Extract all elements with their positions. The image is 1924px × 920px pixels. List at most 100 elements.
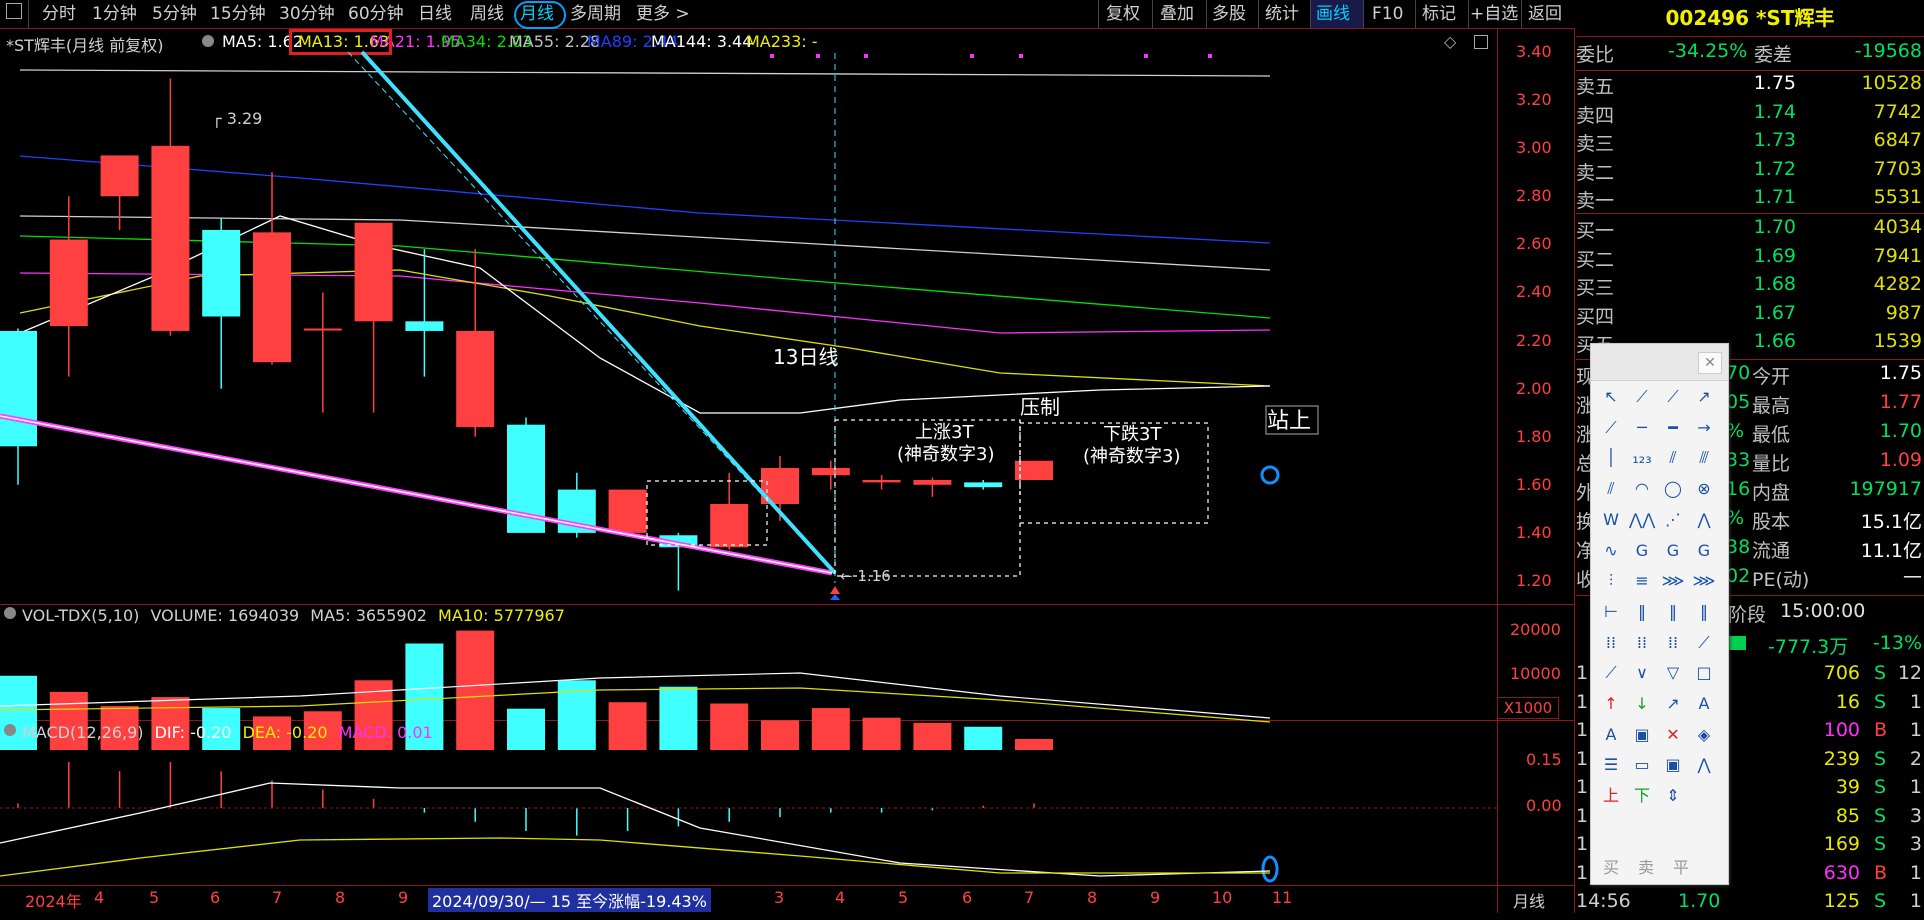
segment-icon[interactable]: ⟋ xyxy=(1629,384,1655,410)
draw-line-button[interactable]: 画线 xyxy=(1316,3,1350,25)
fan-icon[interactable]: ⟋ xyxy=(1691,630,1717,656)
bars3-icon[interactable]: ⁞⁞ xyxy=(1660,630,1686,656)
period-icon[interactable]: ‖ xyxy=(1629,599,1655,625)
zigzag-icon[interactable]: ⋀⋀ xyxy=(1629,507,1655,533)
down-mark-icon[interactable]: 下 xyxy=(1629,783,1655,809)
period-15min[interactable]: 15分钟 xyxy=(210,3,266,25)
text-icon[interactable]: A xyxy=(1691,691,1717,717)
triangle-icon[interactable]: ▽ xyxy=(1660,660,1686,686)
candle-up xyxy=(49,239,88,327)
bars2-icon[interactable]: ⁞⁞ xyxy=(1629,630,1655,656)
book-volume: 987 xyxy=(1885,301,1922,324)
palette-buy[interactable]: 买 xyxy=(1603,854,1619,878)
up-arrow-icon[interactable]: ↑ xyxy=(1598,691,1624,717)
up-mark-icon[interactable]: 上 xyxy=(1598,783,1624,809)
ga-icon[interactable]: G xyxy=(1660,538,1686,564)
gann-icon[interactable]: G xyxy=(1629,538,1655,564)
bid-row[interactable]: 买四 1.67 987 xyxy=(1576,302,1924,332)
price-mark-icon[interactable]: ₁₂₃ xyxy=(1629,445,1655,471)
period-60min[interactable]: 60分钟 xyxy=(348,3,404,25)
vline-icon[interactable]: │ xyxy=(1598,445,1624,471)
ask-row[interactable]: 卖三 1.73 6847 xyxy=(1576,129,1924,159)
volume-bar xyxy=(964,726,1003,750)
period-month[interactable]: 月线 xyxy=(520,3,554,25)
rect-channel-icon[interactable]: ⫽ xyxy=(1598,476,1624,502)
shade-icon[interactable]: ▣ xyxy=(1629,722,1655,748)
kline-chart[interactable]: ┌ 3.29← 1.1613日线压制上涨3T(神奇数字3)下跌3T(神奇数字3)… xyxy=(0,28,1497,885)
square-icon[interactable]: □ xyxy=(1691,660,1717,686)
period3-icon[interactable]: ‖ xyxy=(1691,599,1717,625)
wedge-icon[interactable]: ⋀ xyxy=(1691,752,1717,778)
f10-button[interactable]: F10 xyxy=(1372,3,1403,25)
parallel-icon[interactable]: ⫽ xyxy=(1660,445,1686,471)
bars-icon[interactable]: ⁞⁞ xyxy=(1598,630,1624,656)
fan2-icon[interactable]: ⟋ xyxy=(1598,660,1624,686)
time-zone-icon[interactable]: ⊢ xyxy=(1598,599,1624,625)
updown-mark-icon[interactable]: ⇕ xyxy=(1660,783,1686,809)
down-arrow-icon[interactable]: ↓ xyxy=(1629,691,1655,717)
curve-icon[interactable]: ∿ xyxy=(1598,538,1624,564)
palette-sell[interactable]: 卖 xyxy=(1638,854,1654,878)
stats-button[interactable]: 统计 xyxy=(1265,3,1299,25)
multi-stock-button[interactable]: 多股 xyxy=(1212,3,1246,25)
fuquan-button[interactable]: 复权 xyxy=(1106,3,1140,25)
mark-button[interactable]: 标记 xyxy=(1422,3,1456,25)
bid-row[interactable]: 买三 1.68 4282 xyxy=(1576,273,1924,303)
delete-icon[interactable]: ✕ xyxy=(1660,722,1686,748)
overlay-button[interactable]: 叠加 xyxy=(1160,3,1194,25)
macd-settings-icon[interactable] xyxy=(4,724,16,736)
circle-icon[interactable]: ◯ xyxy=(1660,476,1686,502)
period-day[interactable]: 日线 xyxy=(418,3,452,25)
down-check-icon[interactable]: ∨ xyxy=(1629,660,1655,686)
bid-row[interactable]: 买一 1.70 4034 xyxy=(1576,216,1924,246)
ray-icon[interactable]: ↗ xyxy=(1691,384,1717,410)
trend-icon[interactable]: ⋰ xyxy=(1660,507,1686,533)
period-multi[interactable]: 多周期 xyxy=(570,3,621,25)
channel-icon[interactable]: ⫻ xyxy=(1691,445,1717,471)
fib-ret-icon[interactable]: ≡ xyxy=(1629,568,1655,594)
text-box-icon[interactable]: A xyxy=(1598,722,1624,748)
palette-close-icon[interactable]: ✕ xyxy=(1698,352,1722,374)
ask-row[interactable]: 卖一 1.71 5531 xyxy=(1576,186,1924,216)
speed2-icon[interactable]: ⋙ xyxy=(1691,568,1717,594)
add-favorite-button[interactable]: +自选 xyxy=(1470,3,1518,25)
period-week[interactable]: 周线 xyxy=(470,3,504,25)
line-icon[interactable]: ⟋ xyxy=(1660,384,1686,410)
time-range-selection[interactable]: 2024/09/30/— 15 至今涨幅-19.43% xyxy=(428,888,711,912)
g-icon[interactable]: G xyxy=(1691,538,1717,564)
ask-row[interactable]: 卖二 1.72 7703 xyxy=(1576,158,1924,188)
drawing-tool-palette[interactable]: ✕ ↖ ⟋ ⟋ ↗ ⟋ ─ ━ → │ ₁₂₃ ⫽ ⫻ ⫽ ◠ ◯ ⊗ W ⋀⋀ ⋰ ⋀ ∿ G G G ⫶ ≡ ⋙ ⋙ ⊢ ‖ ‖ ‖ ⁞⁞ ⁞… xyxy=(1590,343,1729,885)
palette-titlebar[interactable]: ✕ xyxy=(1591,344,1728,381)
arc-icon[interactable]: ◠ xyxy=(1629,476,1655,502)
period-5min[interactable]: 5分钟 xyxy=(152,3,197,25)
hline-ray-icon[interactable]: → xyxy=(1691,415,1717,441)
ask-row[interactable]: 卖四 1.74 7742 xyxy=(1576,101,1924,131)
period-30min[interactable]: 30分钟 xyxy=(279,3,335,25)
period-fenshi[interactable]: 分时 xyxy=(42,3,76,25)
period-1min[interactable]: 1分钟 xyxy=(92,3,137,25)
cursor-icon[interactable]: ↖ xyxy=(1598,384,1624,410)
ellipse-icon[interactable]: ⊗ xyxy=(1691,476,1717,502)
extended-line-icon[interactable]: ⟋ xyxy=(1598,415,1624,441)
window-icon[interactable] xyxy=(6,3,22,19)
hline-seg-icon[interactable]: ─ xyxy=(1629,415,1655,441)
mountain-icon[interactable]: ⋀ xyxy=(1691,507,1717,533)
ruler-icon[interactable]: ▭ xyxy=(1629,752,1655,778)
picture-icon[interactable]: ▣ xyxy=(1660,752,1686,778)
period2-icon[interactable]: ‖ xyxy=(1660,599,1686,625)
wave-icon[interactable]: W xyxy=(1598,507,1624,533)
ask-row[interactable]: 卖五 1.75 10528 xyxy=(1576,72,1924,102)
vol-settings-icon[interactable] xyxy=(4,607,16,619)
note-icon[interactable]: ☰ xyxy=(1598,752,1624,778)
brush-icon[interactable]: ◈ xyxy=(1691,722,1717,748)
hline-icon[interactable]: ━ xyxy=(1660,415,1686,441)
vol-label: VOL-TDX(5,10) VOLUME: 1694039 MA5: 36559… xyxy=(22,606,565,625)
tick-count: 2 xyxy=(1909,747,1922,770)
arrow-icon[interactable]: ↗ xyxy=(1660,691,1686,717)
palette-flat[interactable]: 平 xyxy=(1673,854,1689,878)
fib-fan-icon[interactable]: ⫶ xyxy=(1598,568,1624,594)
speed-icon[interactable]: ⋙ xyxy=(1660,568,1686,594)
back-button[interactable]: 返回 xyxy=(1528,3,1562,25)
bid-row[interactable]: 买二 1.69 7941 xyxy=(1576,245,1924,275)
period-more[interactable]: 更多 > xyxy=(636,3,690,25)
